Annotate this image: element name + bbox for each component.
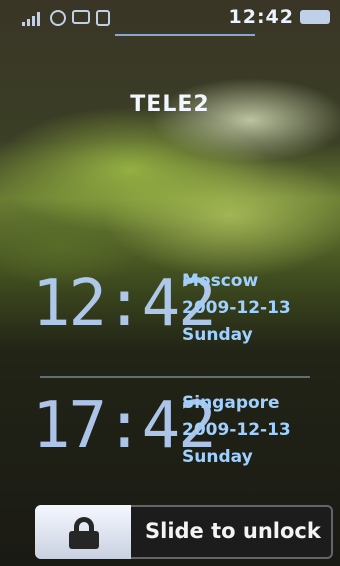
clock-day: Sunday [182,325,253,345]
clock-date: 2009-12-13 [182,298,291,318]
status-icons [22,10,110,26]
lock-icon [69,517,99,549]
lock-screen: 12:42 TELE2 12:42 Moscow 2009-12-13 Sund… [0,0,340,566]
slide-to-unlock[interactable]: Slide to unlock [35,505,333,559]
world-clock-1: 12:42 Moscow 2009-12-13 Sunday [0,258,340,378]
status-bar: 12:42 [0,0,340,36]
operator-name: TELE2 [130,92,210,117]
clock-details: Singapore 2009-12-13 Sunday [182,390,291,471]
battery-icon [300,10,330,24]
clock-city: Singapore [182,393,280,413]
alarm-icon [50,10,66,26]
unlock-slider-knob[interactable] [35,505,131,559]
world-clock-2: 17:42 Singapore 2009-12-13 Sunday [0,380,340,500]
clock-day: Sunday [182,447,253,467]
sim-icon [96,10,110,26]
clock-city: Moscow [182,271,259,291]
signal-icon [22,10,44,26]
status-clock: 12:42 [228,6,294,28]
status-separator [115,34,255,36]
clock-details: Moscow 2009-12-13 Sunday [182,268,291,349]
unlock-label: Slide to unlock [145,519,321,543]
message-icon [72,10,90,24]
clock-divider [40,376,310,378]
clock-date: 2009-12-13 [182,420,291,440]
